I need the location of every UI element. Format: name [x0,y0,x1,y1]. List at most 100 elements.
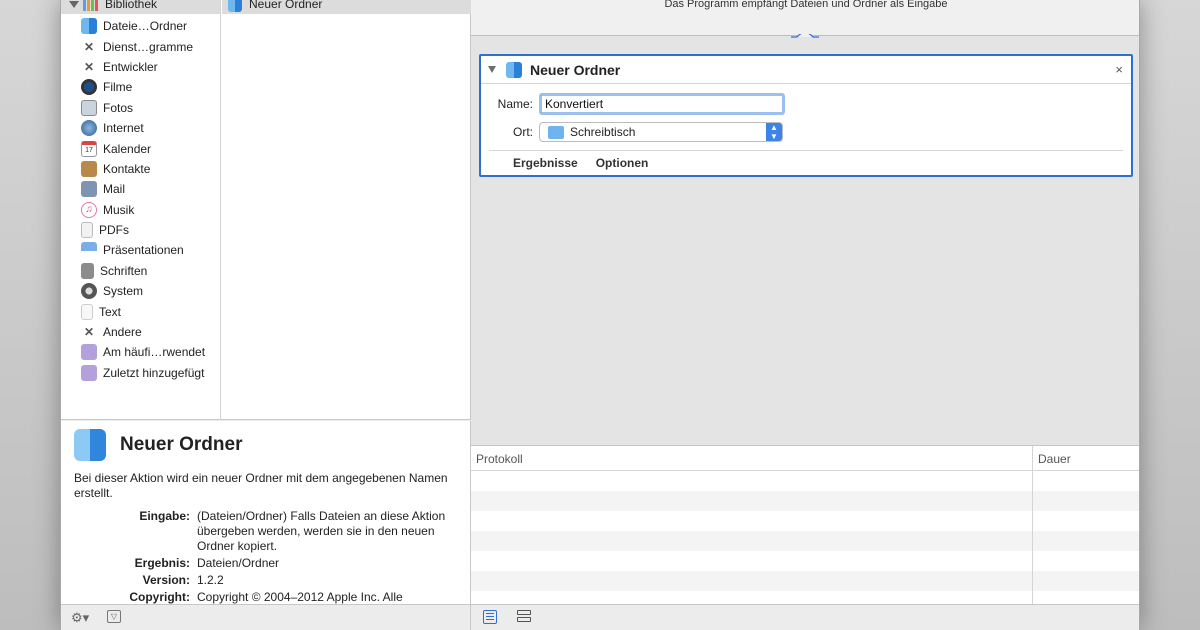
workflow-input-hint: Das Programm empfängt Dateien und Ordner… [471,0,1139,36]
name-row: Name: [481,93,785,115]
log-column-header[interactable]: Protokoll [476,452,523,466]
library-item-other[interactable]: ✕ Andere [61,322,220,342]
collapse-triangle-icon[interactable] [488,66,496,73]
log-row [471,571,1139,591]
action-list-item-new-folder[interactable]: Neuer Ordner [222,0,471,14]
disclosure-triangle-icon[interactable] [69,0,79,8]
log-row [471,591,1139,605]
library-item-contacts[interactable]: Kontakte [61,159,220,179]
calendar-icon: 17 [81,140,97,157]
music-icon: ♫ [81,201,97,218]
connector-notch-icon [791,34,819,38]
name-label: Name: [497,97,533,111]
close-icon[interactable]: × [1115,62,1123,77]
finder-icon [81,18,97,35]
smart-folder-icon [81,364,97,381]
input-value: (Dateien/Ordner) Falls Dateien an diese … [197,509,446,553]
library-item-system[interactable]: System [61,281,220,301]
library-item-movies[interactable]: Filme [61,77,220,97]
copyright-value: Copyright © 2004–2012 Apple Inc. Alle [197,590,403,604]
finder-icon [228,0,242,12]
tab-options[interactable]: Optionen [596,156,649,170]
duration-column-header[interactable]: Dauer [1038,452,1071,466]
internet-icon [81,120,97,137]
library-item-photos[interactable]: Fotos [61,98,220,118]
folder-icon [548,125,564,139]
log-row [471,491,1139,511]
column-divider [1032,471,1033,605]
location-row: Ort: Schreibtisch ▲ ▼ [481,122,783,142]
library-item-mail[interactable]: Mail [61,179,220,199]
location-value: Schreibtisch [570,125,636,139]
library-category-list: Dateie…Ordner ✕ Dienst…gramme ✕ Entwickl… [61,16,220,383]
library-categories: Bibliothek Dateie…Ordner ✕ Dienst…gramme… [61,0,221,420]
result-label: Ergebnis: [134,556,190,570]
library-item-pdfs[interactable]: PDFs [61,220,220,240]
mail-icon [81,181,97,198]
description-text: Bei dieser Aktion wird ein neuer Ordner … [74,471,448,500]
text-icon [81,303,93,320]
action-card-header: Neuer Ordner × [481,56,1131,84]
contacts-icon [81,160,97,177]
library-bottom-bar: ⚙▾ ▽ [61,604,471,630]
fonts-icon [81,262,94,279]
description-fields: Eingabe: (Dateien/Ordner) Falls Dateien … [91,509,457,604]
chevron-updown-icon: ▲ ▼ [766,123,782,141]
photos-icon [81,99,97,116]
library-item-files-folders[interactable]: Dateie…Ordner [61,16,220,36]
library-item-developer[interactable]: ✕ Entwickler [61,57,220,77]
developer-icon: ✕ [83,59,95,74]
other-icon: ✕ [83,325,95,340]
utilities-icon: ✕ [83,39,95,54]
library-item-recently-added[interactable]: Zuletzt hinzugefügt [61,363,220,383]
workflow-bottom-bar [471,604,1139,630]
log-row [471,531,1139,551]
action-card-new-folder[interactable]: Neuer Ordner × Name: Ort: Schreibtisch ▲… [479,54,1133,177]
library-actions: Neuer Ordner [222,0,471,420]
column-divider[interactable] [1032,446,1033,471]
split-view-icon[interactable] [517,610,531,624]
description-title: Neuer Ordner [120,434,243,455]
library-panel: Bibliothek Dateie…Ordner ✕ Dienst…gramme… [61,0,471,420]
automator-window: Bibliothek Dateie…Ordner ✕ Dienst…gramme… [60,0,1140,630]
library-item-presentations[interactable]: Präsentationen [61,240,220,260]
result-value: Dateien/Ordner [197,556,280,570]
library-item-text[interactable]: Text [61,301,220,321]
presentation-icon [81,242,97,259]
pdf-icon [81,222,93,239]
log-header: Protokoll Dauer [471,446,1139,471]
name-field[interactable] [539,93,785,115]
library-root-label: Bibliothek [105,0,158,11]
finder-icon [506,61,522,78]
tab-results[interactable]: Ergebnisse [513,156,578,170]
log-row [471,511,1139,531]
library-item-most-used[interactable]: Am häufi…rwendet [61,342,220,362]
copyright-label: Copyright: [129,590,190,604]
library-root-row[interactable]: Bibliothek [61,0,220,14]
library-item-music[interactable]: ♫ Musik [61,200,220,220]
list-view-icon[interactable] [483,610,497,624]
finder-icon [74,429,106,461]
version-label: Version: [142,573,190,587]
library-books-icon [83,0,99,11]
library-item-fonts[interactable]: Schriften [61,261,220,281]
location-label: Ort: [513,125,533,139]
action-description-panel: Neuer Ordner Bei dieser Aktion wird ein … [61,421,471,604]
library-item-internet[interactable]: Internet [61,118,220,138]
log-row [471,551,1139,571]
gear-icon[interactable]: ⚙▾ [71,610,89,626]
library-item-calendar[interactable]: 17 Kalender [61,138,220,158]
version-value: 1.2.2 [197,573,224,587]
input-label: Eingabe: [139,509,190,523]
log-row [471,471,1139,491]
workflow-area[interactable]: Das Programm empfängt Dateien und Ordner… [471,0,1139,445]
location-select[interactable]: Schreibtisch ▲ ▼ [539,122,783,142]
toggle-description-icon[interactable]: ▽ [107,610,121,623]
action-card-title: Neuer Ordner [530,61,621,78]
library-item-utilities[interactable]: ✕ Dienst…gramme [61,36,220,56]
movies-icon [81,79,97,96]
system-icon [81,283,97,300]
smart-folder-icon [81,344,97,361]
action-card-tabs: Ergebnisse Optionen [489,150,1123,174]
log-panel: Protokoll Dauer [471,445,1139,605]
